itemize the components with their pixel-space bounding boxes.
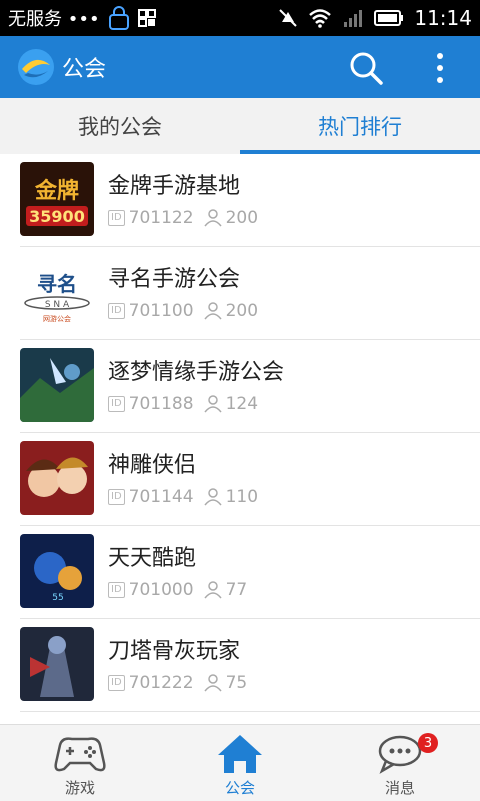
guild-id: 701100 bbox=[128, 301, 194, 321]
guild-meta: ID 701100 200 bbox=[108, 301, 258, 321]
guild-meta: ID 701188 124 bbox=[108, 394, 258, 414]
list-item[interactable]: 金牌 35900 金牌手游基地 ID 701122 200 bbox=[20, 154, 480, 247]
guild-name: 寻名手游公会 bbox=[108, 267, 241, 292]
person-icon bbox=[203, 581, 222, 599]
more-options-icon[interactable] bbox=[430, 50, 450, 86]
nav-guild[interactable]: 公会 bbox=[160, 725, 320, 801]
guild-id: 701222 bbox=[128, 673, 194, 693]
member-count: 75 bbox=[225, 673, 248, 693]
member-count: 124 bbox=[225, 394, 259, 414]
guild-avatar bbox=[20, 348, 94, 422]
bottom-navigation: 游戏 公会 消息 3 bbox=[0, 724, 480, 801]
app-logo-icon[interactable] bbox=[16, 47, 56, 87]
tab-bar: 我的公会 热门排行 bbox=[0, 98, 480, 154]
guild-list: 金牌 35900 金牌手游基地 ID 701122 200 寻名 S N A 网… bbox=[0, 154, 480, 724]
member-count: 200 bbox=[225, 301, 259, 321]
search-icon[interactable] bbox=[348, 50, 384, 86]
list-item[interactable]: 刀塔骨灰玩家 ID 701222 75 bbox=[20, 619, 480, 712]
nav-guild-label: 公会 bbox=[224, 779, 255, 797]
member-count: 77 bbox=[225, 580, 248, 600]
nav-games-label: 游戏 bbox=[64, 779, 95, 797]
guild-avatar: 55 bbox=[20, 534, 94, 608]
guild-avatar bbox=[20, 627, 94, 701]
unread-badge: 3 bbox=[418, 733, 438, 753]
guild-id: 701122 bbox=[128, 208, 194, 228]
svg-text:网游公会: 网游公会 bbox=[43, 314, 71, 323]
member-count: 110 bbox=[225, 487, 259, 507]
svg-text:金牌: 金牌 bbox=[34, 178, 79, 204]
apps-grid-icon bbox=[137, 9, 156, 27]
gamepad-icon bbox=[54, 737, 106, 772]
list-item[interactable] bbox=[20, 712, 480, 724]
id-badge: ID bbox=[108, 303, 125, 319]
id-badge: ID bbox=[108, 675, 125, 691]
guild-name: 神雕侠侣 bbox=[108, 453, 197, 478]
nav-messages[interactable]: 消息 3 bbox=[320, 725, 480, 801]
guild-id: 701188 bbox=[128, 394, 194, 414]
svg-text:寻名: 寻名 bbox=[37, 272, 77, 296]
guild-id: 701000 bbox=[128, 580, 194, 600]
guild-name: 金牌手游基地 bbox=[108, 174, 241, 199]
id-badge: ID bbox=[108, 396, 125, 412]
carrier-text: 无服务 ••• bbox=[8, 9, 100, 30]
list-item[interactable]: 神雕侠侣 ID 701144 110 bbox=[20, 433, 480, 526]
id-badge: ID bbox=[108, 210, 125, 226]
battery-icon bbox=[374, 10, 404, 26]
mute-icon bbox=[279, 9, 298, 27]
guild-meta: ID 701222 75 bbox=[108, 673, 247, 693]
guild-meta: ID 701144 110 bbox=[108, 487, 258, 507]
guild-avatar: 金牌 35900 bbox=[20, 162, 94, 236]
list-item[interactable]: 逐梦情缘手游公会 ID 701188 124 bbox=[20, 340, 480, 433]
guild-avatar bbox=[20, 441, 94, 515]
guild-name: 刀塔骨灰玩家 bbox=[108, 639, 241, 664]
lock-notification-icon bbox=[108, 6, 129, 30]
app-bar: 公会 bbox=[0, 36, 480, 98]
svg-text:55: 55 bbox=[52, 593, 63, 603]
guild-name: 逐梦情缘手游公会 bbox=[108, 360, 285, 385]
person-icon bbox=[203, 674, 222, 692]
person-icon bbox=[203, 302, 222, 320]
guild-avatar: 寻名 S N A 网游公会 bbox=[20, 255, 94, 329]
signal-icon bbox=[344, 10, 363, 27]
status-bar: 无服务 ••• 11:14 bbox=[0, 0, 480, 36]
tab-my-guild[interactable]: 我的公会 bbox=[0, 98, 240, 154]
guild-meta: ID 701000 77 bbox=[108, 580, 247, 600]
clock: 11:14 bbox=[414, 6, 472, 30]
id-badge: ID bbox=[108, 582, 125, 598]
list-item[interactable]: 55 天天酷跑 ID 701000 77 bbox=[20, 526, 480, 619]
page-title: 公会 bbox=[62, 57, 107, 82]
guild-id: 701144 bbox=[128, 487, 194, 507]
svg-text:35900: 35900 bbox=[29, 207, 85, 226]
wifi-icon bbox=[309, 9, 332, 28]
nav-games[interactable]: 游戏 bbox=[0, 725, 160, 801]
tab-hot-ranking[interactable]: 热门排行 bbox=[240, 98, 480, 154]
nav-messages-label: 消息 bbox=[384, 779, 415, 797]
svg-text:S N A: S N A bbox=[45, 300, 70, 310]
id-badge: ID bbox=[108, 489, 125, 505]
member-count: 200 bbox=[225, 208, 259, 228]
person-icon bbox=[203, 488, 222, 506]
guild-name: 天天酷跑 bbox=[108, 546, 197, 571]
person-icon bbox=[203, 209, 222, 227]
home-icon bbox=[218, 735, 262, 773]
guild-meta: ID 701122 200 bbox=[108, 208, 258, 228]
person-icon bbox=[203, 395, 222, 413]
list-item[interactable]: 寻名 S N A 网游公会 寻名手游公会 ID 701100 200 bbox=[20, 247, 480, 340]
